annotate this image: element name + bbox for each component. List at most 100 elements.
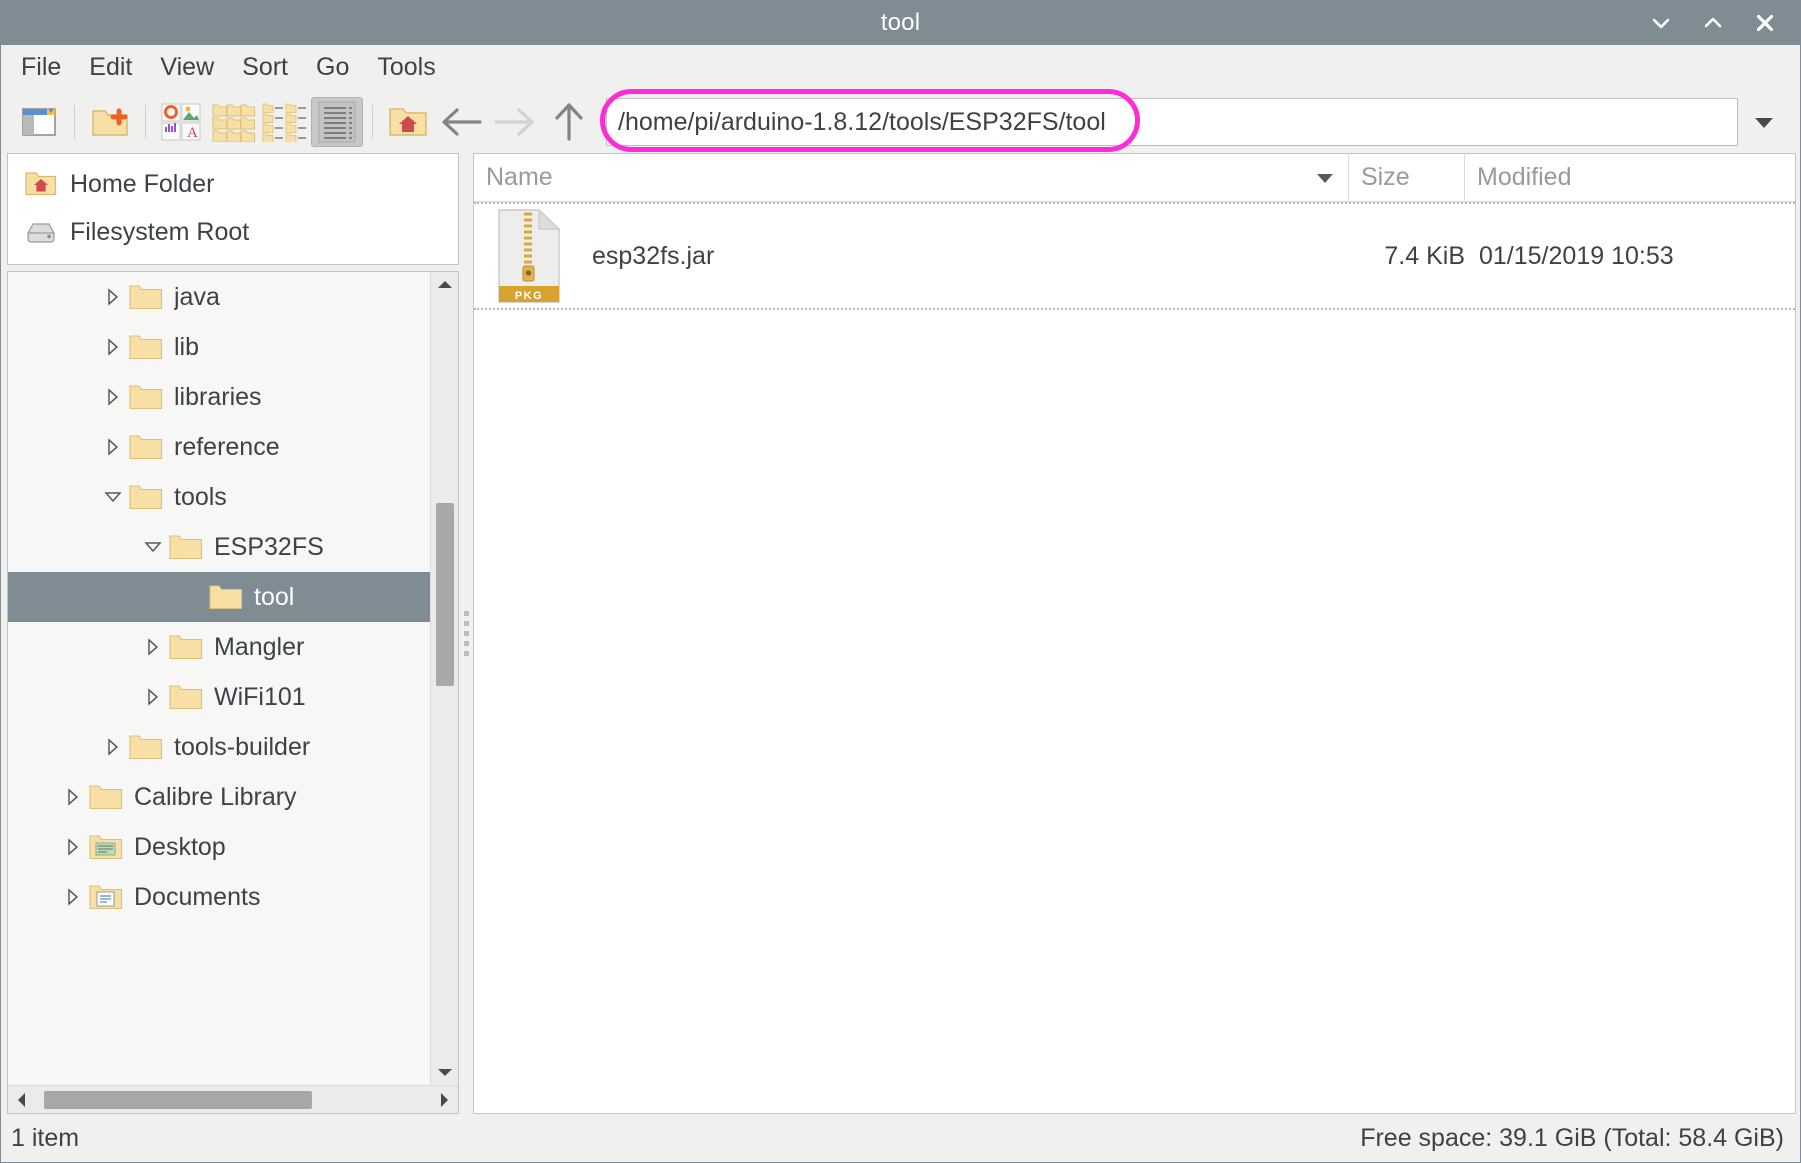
tree-item-desktop[interactable]: Desktop xyxy=(8,822,430,872)
scroll-thumb[interactable] xyxy=(43,1091,312,1109)
compact-view-icon xyxy=(262,103,306,142)
column-header-modified[interactable]: Modified xyxy=(1465,154,1795,201)
toolbar-separator xyxy=(74,105,75,139)
sidebar-icon xyxy=(22,107,56,136)
file-row[interactable]: PKG esp32fs.jar 7.4 KiB 01/15/2019 10:53 xyxy=(474,202,1795,310)
scroll-thumb[interactable] xyxy=(436,503,454,687)
expander-expanded-icon xyxy=(104,492,122,503)
tree-item-mangler[interactable]: Mangler xyxy=(8,622,430,672)
expander-collapsed-icon[interactable] xyxy=(60,784,86,810)
harddisk-icon xyxy=(20,217,62,247)
folder-documents-icon xyxy=(86,883,126,911)
places-item-label: Home Folder xyxy=(70,169,215,198)
splitter-handle-dots xyxy=(463,611,469,656)
toggle-sidebar-button[interactable] xyxy=(13,97,65,147)
tree-item-java[interactable]: java xyxy=(8,272,430,322)
icon-view-button[interactable] xyxy=(207,97,259,147)
back-button[interactable] xyxy=(434,97,488,147)
expander-expanded-icon[interactable] xyxy=(140,534,166,560)
folder-icon xyxy=(166,683,206,711)
scroll-right-arrow[interactable] xyxy=(430,1091,458,1109)
home-button[interactable] xyxy=(382,97,434,147)
tree-item-calibre-library[interactable]: Calibre Library xyxy=(8,772,430,822)
path-bar: /home/pi/arduino-1.8.12/tools/ESP32FS/to… xyxy=(600,89,1738,152)
svg-text:A: A xyxy=(187,125,198,141)
tree-item-wifi101[interactable]: WiFi101 xyxy=(8,672,430,722)
menu-tools[interactable]: Tools xyxy=(363,51,449,84)
expander-collapsed-icon xyxy=(108,338,119,356)
close-button[interactable] xyxy=(1752,10,1778,36)
places-item-filesystem-root[interactable]: Filesystem Root xyxy=(8,208,458,256)
expander-collapsed-icon[interactable] xyxy=(100,284,126,310)
tree-item-label: Desktop xyxy=(134,832,226,861)
expander-collapsed-icon xyxy=(68,888,79,906)
folder-icon xyxy=(126,483,166,511)
menu-go[interactable]: Go xyxy=(302,51,363,84)
expander-collapsed-icon xyxy=(108,388,119,406)
tree-item-libraries[interactable]: libraries xyxy=(8,372,430,422)
expander-collapsed-icon[interactable] xyxy=(60,834,86,860)
chevron-down-icon xyxy=(1652,18,1670,29)
tree-vertical-scrollbar[interactable] xyxy=(430,272,458,1085)
maximize-button[interactable] xyxy=(1700,10,1726,36)
expander-collapsed-icon[interactable] xyxy=(100,384,126,410)
detailed-list-icon xyxy=(318,101,356,143)
places-item-home-folder[interactable]: Home Folder xyxy=(8,160,458,208)
chevron-up-icon xyxy=(1704,17,1722,28)
folder-icon xyxy=(86,783,126,811)
window-controls xyxy=(1648,10,1788,36)
file-list: PKG esp32fs.jar 7.4 KiB 01/15/2019 10:53 xyxy=(474,202,1795,1113)
sidebar: Home Folder Filesystem Root java lib lib… xyxy=(7,153,459,1114)
tree-item-lib[interactable]: lib xyxy=(8,322,430,372)
scroll-left-arrow[interactable] xyxy=(8,1091,36,1109)
expander-collapsed-icon[interactable] xyxy=(100,434,126,460)
statusbar: 1 item Free space: 39.1 GiB (Total: 58.4… xyxy=(1,1114,1800,1162)
tree-item-tools[interactable]: tools xyxy=(8,472,430,522)
folder-desktop-icon xyxy=(86,833,126,861)
folder-icon xyxy=(126,733,166,761)
column-header-label: Modified xyxy=(1477,163,1572,191)
tree-item-documents[interactable]: Documents xyxy=(8,872,430,922)
pane-splitter[interactable] xyxy=(459,153,473,1114)
triangle-right-icon xyxy=(441,1092,448,1107)
column-header-label: Name xyxy=(486,163,553,191)
expander-collapsed-icon xyxy=(68,788,79,806)
thumbnail-view-button[interactable]: A xyxy=(155,97,207,147)
tree-item-label: Documents xyxy=(134,882,261,911)
expander-collapsed-icon[interactable] xyxy=(140,634,166,660)
expander-collapsed-icon[interactable] xyxy=(100,734,126,760)
tree-item-esp32fs[interactable]: ESP32FS xyxy=(8,522,430,572)
toolbar-separator xyxy=(145,105,146,139)
folder-icon xyxy=(126,333,166,361)
minimize-button[interactable] xyxy=(1648,10,1674,36)
menu-sort[interactable]: Sort xyxy=(228,51,302,84)
column-header-size[interactable]: Size xyxy=(1349,154,1465,201)
home-folder-icon xyxy=(389,108,427,136)
column-header-name[interactable]: Name xyxy=(474,154,1349,201)
detailed-list-view-button[interactable] xyxy=(311,97,363,147)
scroll-track[interactable] xyxy=(431,298,458,1059)
path-input[interactable]: /home/pi/arduino-1.8.12/tools/ESP32FS/to… xyxy=(606,98,1738,146)
file-name: esp32fs.jar xyxy=(592,241,715,270)
path-history-dropdown-button[interactable] xyxy=(1738,98,1790,146)
up-button[interactable] xyxy=(542,97,596,147)
tree-item-tools-builder[interactable]: tools-builder xyxy=(8,722,430,772)
compact-view-button[interactable] xyxy=(259,97,311,147)
new-folder-button[interactable] xyxy=(84,97,136,147)
tree-horizontal-scrollbar[interactable] xyxy=(8,1085,458,1113)
scroll-up-arrow[interactable] xyxy=(431,272,458,298)
expander-expanded-icon[interactable] xyxy=(100,484,126,510)
expander-collapsed-icon[interactable] xyxy=(100,334,126,360)
titlebar: tool xyxy=(1,1,1800,45)
scroll-down-arrow[interactable] xyxy=(431,1059,458,1085)
menu-view[interactable]: View xyxy=(146,51,228,84)
menu-edit[interactable]: Edit xyxy=(75,51,146,84)
expander-collapsed-icon[interactable] xyxy=(60,884,86,910)
expander-collapsed-icon[interactable] xyxy=(140,684,166,710)
tree-item-tool[interactable]: tool xyxy=(8,572,430,622)
menu-file[interactable]: File xyxy=(15,51,75,84)
scroll-track[interactable] xyxy=(36,1086,430,1113)
expander-collapsed-icon xyxy=(148,688,159,706)
column-header-label: Size xyxy=(1361,163,1410,191)
tree-item-reference[interactable]: reference xyxy=(8,422,430,472)
